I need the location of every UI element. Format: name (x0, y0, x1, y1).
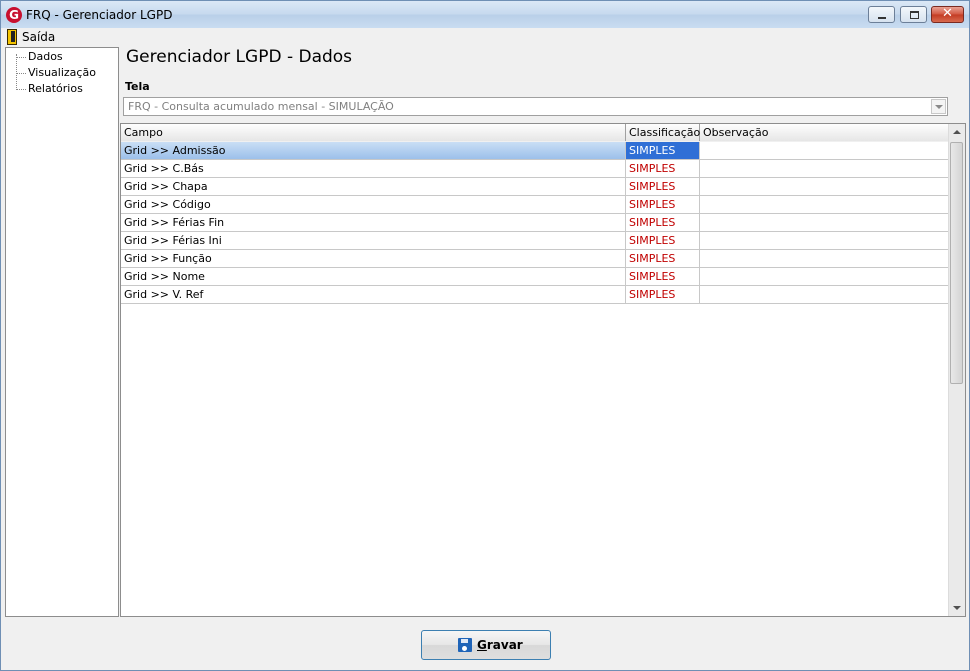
maximize-icon (910, 11, 919, 19)
table-row[interactable]: Grid >> Nome SIMPLES (121, 268, 950, 286)
scrollbar-thumb[interactable] (950, 142, 963, 384)
cell-classificacao[interactable]: SIMPLES (626, 250, 700, 268)
tree-connector (16, 54, 17, 88)
minimize-icon (878, 17, 886, 19)
cell-classificacao[interactable]: SIMPLES (626, 286, 700, 304)
fields-grid: Campo Classificação Observação Grid >> A… (120, 123, 966, 617)
cell-campo[interactable]: Grid >> V. Ref (121, 286, 626, 304)
screen-selector-value: FRQ - Consulta acumulado mensal - SIMULA… (128, 100, 394, 113)
cell-observacao[interactable] (700, 214, 950, 232)
table-row[interactable]: Grid >> Código SIMPLES (121, 196, 950, 214)
cell-campo[interactable]: Grid >> Férias Ini (121, 232, 626, 250)
exit-menu-label: Saída (22, 30, 56, 44)
tree-connector (16, 73, 26, 74)
tree-item-relatorios[interactable]: Relatórios (28, 82, 83, 96)
column-header-classificacao[interactable]: Classificação (626, 124, 700, 141)
cell-classificacao[interactable]: SIMPLES (626, 214, 700, 232)
cell-campo[interactable]: Grid >> Código (121, 196, 626, 214)
app-window: G FRQ - Gerenciador LGPD ✕ Saída Dados V… (0, 0, 970, 671)
app-logo-icon: G (6, 7, 22, 23)
cell-campo[interactable]: Grid >> Férias Fin (121, 214, 626, 232)
table-row[interactable]: Grid >> Chapa SIMPLES (121, 178, 950, 196)
cell-observacao[interactable] (700, 142, 950, 160)
column-header-campo[interactable]: Campo (121, 124, 626, 141)
cell-campo[interactable]: Grid >> C.Bás (121, 160, 626, 178)
table-row[interactable]: Grid >> C.Bás SIMPLES (121, 160, 950, 178)
exit-door-icon (7, 29, 17, 45)
cell-observacao[interactable] (700, 232, 950, 250)
menu-bar: Saída (1, 28, 969, 46)
window-title: FRQ - Gerenciador LGPD (26, 8, 173, 22)
cell-campo[interactable]: Grid >> Nome (121, 268, 626, 286)
save-button[interactable]: Gravar (421, 630, 551, 660)
close-button[interactable]: ✕ (931, 6, 964, 23)
cell-classificacao[interactable]: SIMPLES (626, 160, 700, 178)
screen-selector-dropdown[interactable]: FRQ - Consulta acumulado mensal - SIMULA… (123, 97, 948, 116)
tree-item-visualizacao[interactable]: Visualização (28, 66, 96, 80)
cell-campo[interactable]: Grid >> Admissão (121, 142, 626, 160)
table-row[interactable]: Grid >> V. Ref SIMPLES (121, 286, 950, 304)
chevron-down-icon[interactable] (931, 99, 946, 114)
table-row[interactable]: Grid >> Admissão SIMPLES (121, 142, 950, 160)
cell-observacao[interactable] (700, 160, 950, 178)
floppy-disk-icon (458, 638, 472, 652)
vertical-scrollbar[interactable] (948, 124, 965, 616)
navigation-tree: Dados Visualização Relatórios (5, 47, 119, 617)
page-title: Gerenciador LGPD - Dados (126, 47, 353, 67)
cell-classificacao[interactable]: SIMPLES (626, 232, 700, 250)
cell-classificacao[interactable]: SIMPLES (626, 178, 700, 196)
table-row[interactable]: Grid >> Férias Fin SIMPLES (121, 214, 950, 232)
grid-header: Campo Classificação Observação (121, 124, 950, 143)
scroll-down-icon[interactable] (953, 606, 961, 610)
cell-campo[interactable]: Grid >> Chapa (121, 178, 626, 196)
save-button-label: Gravar (477, 638, 523, 652)
tree-connector (16, 89, 26, 90)
cell-observacao[interactable] (700, 178, 950, 196)
maximize-button[interactable] (900, 6, 927, 23)
cell-observacao[interactable] (700, 250, 950, 268)
close-icon: ✕ (942, 6, 953, 21)
cell-observacao[interactable] (700, 268, 950, 286)
title-bar[interactable]: G FRQ - Gerenciador LGPD ✕ (1, 1, 969, 29)
column-header-observacao[interactable]: Observação (700, 124, 950, 141)
scroll-up-icon[interactable] (953, 130, 961, 134)
cell-classificacao[interactable]: SIMPLES (626, 268, 700, 286)
table-row[interactable]: Grid >> Férias Ini SIMPLES (121, 232, 950, 250)
screen-selector-label: Tela (125, 80, 150, 93)
cell-observacao[interactable] (700, 286, 950, 304)
cell-classificacao[interactable]: SIMPLES (626, 142, 700, 160)
tree-connector (16, 57, 26, 58)
cell-classificacao[interactable]: SIMPLES (626, 196, 700, 214)
table-row[interactable]: Grid >> Função SIMPLES (121, 250, 950, 268)
cell-campo[interactable]: Grid >> Função (121, 250, 626, 268)
minimize-button[interactable] (868, 6, 895, 23)
cell-observacao[interactable] (700, 196, 950, 214)
tree-item-dados[interactable]: Dados (28, 50, 63, 64)
